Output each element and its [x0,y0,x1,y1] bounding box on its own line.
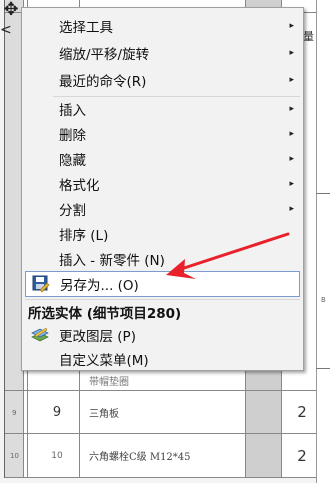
menu-separator [25,299,300,300]
menu-item-label: 自定义菜单(M) [59,353,149,369]
menu-section-header: 所选实体 (细节项目280) [28,306,182,322]
menu-item-label: 插入 - 新零件 (N) [59,253,165,269]
menu-item-label: 排序 (L) [59,228,109,244]
menu-item-label: 最近的命令(R) [59,74,147,90]
row-margin-label: 9 [12,409,17,417]
table-row[interactable]: 带帽垫圈 [5,370,317,390]
table-cell-no: 10 [51,450,63,461]
table-cell-qty: 2 [297,446,307,465]
menu-item-label: 更改图层 (P) [59,329,136,345]
row-margin-label: 10 [10,452,19,460]
menu-item-label: 插入 [59,103,86,119]
table-cell-qty: 2 [297,403,307,421]
menu-item-change-layer[interactable]: 更改图层 (P) [25,322,300,348]
move-table-icon[interactable]: ✥ [1,0,21,20]
layers-icon [31,327,49,342]
menu-item-label: 分割 [59,203,86,219]
submenu-arrow-icon: ▸ [289,104,294,114]
collapse-arrow-icon[interactable]: < [0,22,12,38]
menu-item-select-tools[interactable]: 选择工具 ▸ [25,13,300,39]
submenu-arrow-icon: ▸ [289,129,294,139]
table-cell-name: 六角螺栓C级 M12*45 [89,452,191,463]
sheet-zone-label: B [321,296,326,304]
menu-item-customize-menu[interactable]: 自定义菜单(M) [25,346,300,372]
save-as-icon [32,275,50,293]
table-row[interactable]: 9 9 三角板 2 [5,391,317,433]
menu-item-label: 格式化 [59,178,100,194]
menu-item-split[interactable]: 分割 ▸ [25,196,300,222]
menu-item-insert-new-part[interactable]: 插入 - 新零件 (N) [25,246,300,272]
menu-item-label: 选择工具 [59,20,113,36]
table-cell-name: 三角板 [89,408,119,420]
table-row[interactable]: 10 10 六角螺栓C级 M12*45 2 [5,434,317,477]
sheet-border-strip [316,0,330,483]
menu-item-label: 缩放/平移/旋转 [59,47,150,63]
submenu-arrow-icon: ▸ [289,21,294,31]
table-cell-name: 带帽垫圈 [89,376,129,388]
menu-item-zoom-pan-rotate[interactable]: 缩放/平移/旋转 ▸ [25,40,300,66]
menu-item-save-as[interactable]: 另存为... (O) [25,271,300,297]
menu-item-hide[interactable]: 隐藏 ▸ [25,146,300,172]
sheet-border-tick [316,193,330,194]
menu-item-insert[interactable]: 插入 ▸ [25,96,300,122]
submenu-arrow-icon: ▸ [289,48,294,58]
menu-item-sort[interactable]: 排序 (L) [25,221,300,247]
menu-item-label: 隐藏 [59,153,86,169]
table-header-qty: 量 [303,30,314,43]
submenu-arrow-icon: ▸ [289,75,294,85]
menu-item-format[interactable]: 格式化 ▸ [25,171,300,197]
table-gridline [5,477,317,478]
menu-item-label: 删除 [59,128,86,144]
sheet-border-tick [316,368,330,369]
menu-item-label: 另存为... (O) [60,278,139,294]
context-menu[interactable]: 选择工具 ▸ 缩放/平移/旋转 ▸ 最近的命令(R) ▸ 插入 ▸ 删除 ▸ 隐… [21,7,304,371]
submenu-arrow-icon: ▸ [289,179,294,189]
submenu-arrow-icon: ▸ [289,204,294,214]
table-cell-no: 9 [52,404,62,420]
menu-item-recent-commands[interactable]: 最近的命令(R) ▸ [25,67,300,93]
submenu-arrow-icon: ▸ [289,154,294,164]
menu-item-delete[interactable]: 删除 ▸ [25,121,300,147]
